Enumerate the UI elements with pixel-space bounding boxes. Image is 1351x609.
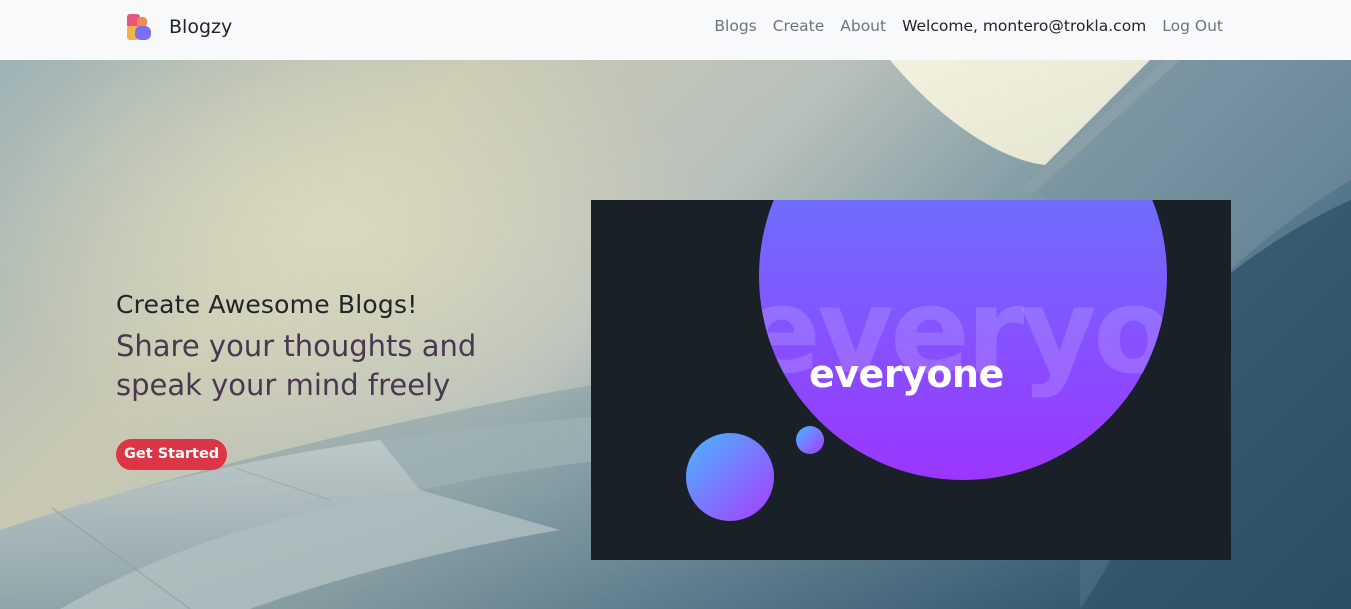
hero-subheading: Share your thoughts and speak your mind …	[116, 329, 477, 402]
brand-name: Blogzy	[169, 16, 233, 38]
nav-link-logout[interactable]: Log Out	[1162, 17, 1223, 35]
hero-heading: Create Awesome Blogs!	[116, 290, 418, 319]
get-started-button[interactable]: Get Started	[116, 439, 228, 470]
tiny-gradient-circle	[796, 426, 824, 454]
nav-links: Blogs Create About Welcome, montero@trok…	[714, 17, 1223, 35]
hero-text: Create Awesome Blogs! Share your thought…	[116, 290, 556, 405]
hero-illustration: everyone everyone	[591, 200, 1231, 560]
nav-link-about[interactable]: About	[840, 17, 886, 35]
nav-link-blogs[interactable]: Blogs	[714, 17, 756, 35]
illustration-word: everyone	[809, 352, 1004, 396]
brand-link[interactable]: Blogzy	[127, 14, 232, 40]
hero-section: Create Awesome Blogs! Share your thought…	[0, 60, 1351, 609]
small-gradient-circle	[686, 433, 774, 521]
navbar: Blogzy Blogs Create About Welcome, monte…	[0, 0, 1351, 60]
nav-link-create[interactable]: Create	[773, 17, 825, 35]
blogzy-logo-icon	[127, 14, 151, 40]
welcome-text: Welcome, montero@trokla.com	[902, 17, 1147, 35]
